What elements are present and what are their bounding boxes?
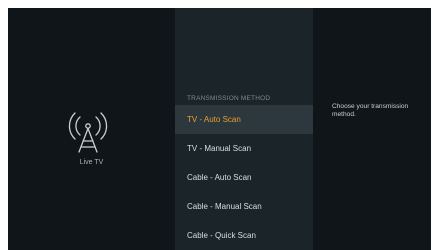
- menu-item-cable-quick-scan[interactable]: Cable - Quick Scan: [175, 221, 313, 250]
- description-text: Choose your transmission method.: [332, 103, 409, 118]
- menu-heading: TRANSMISSION METHOD: [187, 95, 271, 102]
- menu-item-cable-auto-scan[interactable]: Cable - Auto Scan: [175, 163, 313, 192]
- menu-list: TV - Auto Scan TV - Manual Scan Cable - …: [175, 105, 313, 250]
- transmission-method-menu: TRANSMISSION METHOD TV - Auto Scan TV - …: [175, 8, 313, 250]
- right-panel: Choose your transmission method.: [313, 8, 431, 250]
- live-tv-label: Live TV: [79, 159, 104, 166]
- antenna-tower-icon: [68, 112, 108, 153]
- tv-screen: Live TV TRANSMISSION METHOD TV - Auto Sc…: [8, 8, 431, 250]
- menu-item-tv-auto-scan[interactable]: TV - Auto Scan: [175, 105, 313, 134]
- menu-item-cable-manual-scan[interactable]: Cable - Manual Scan: [175, 192, 313, 221]
- menu-item-tv-manual-scan[interactable]: TV - Manual Scan: [175, 134, 313, 163]
- left-panel: Live TV: [8, 8, 175, 250]
